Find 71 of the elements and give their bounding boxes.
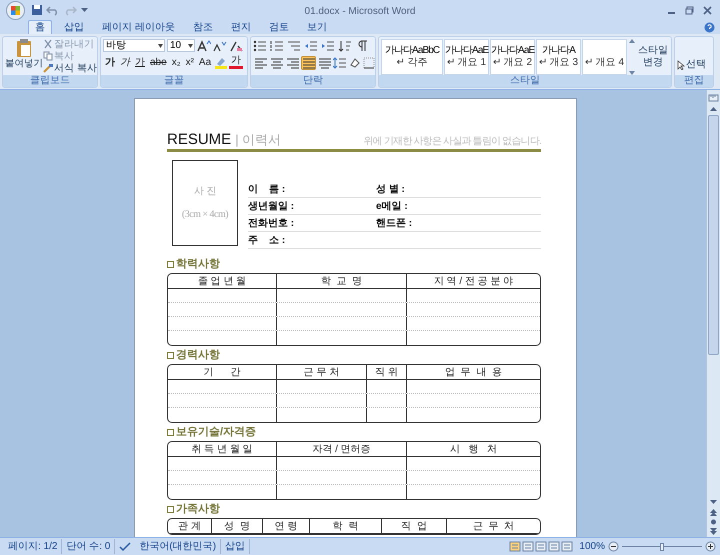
font-name-field[interactable]: 바탕 [103,39,165,52]
ribbon-tab[interactable]: 보기 [300,20,333,34]
table-header-cell: 졸 업 년 월 [168,274,277,288]
group-label: 단락 [303,75,323,86]
table-header-cell: 직 위 [367,365,407,379]
section-title: 가족사항 [176,503,220,516]
style-gallery-item[interactable]: 가나다AaE ↵ 개요 1 [444,39,489,75]
table-header-cell-text: 시 행 처 [449,442,498,456]
ribbon-tab[interactable]: 검토 [262,20,295,34]
style-gallery-item[interactable]: 가나다AaE ↵ 개요 2 [490,39,535,75]
ribbon-tab[interactable]: 삽입 [58,20,90,34]
table-header-cell: 취 득 년 월 일 [168,442,277,456]
language-indicator[interactable]: 한국어(대한민국) [135,539,222,554]
ribbon-tab[interactable]: 홈 [28,20,52,34]
group-label: 글꼴 [164,75,184,86]
section-title: 보유기술/자격증 [176,426,256,439]
paste-button[interactable]: 붙여넣기 [5,38,43,75]
table-header-cell: 성 명 [212,519,263,533]
section-title: 경력사항 [176,349,220,362]
field-label: 전화번호 : [248,216,296,230]
font-name-value: 바탕 [106,39,126,53]
table-header-cell: 학 력 [310,519,382,533]
clipboard-command[interactable]: 서식 복사 [43,62,97,74]
table-header-cell: 관 계 [168,519,212,533]
photo-label: 사 진 [194,185,216,199]
field-label: 이 름 : [248,182,286,196]
table-header-cell: 자격 / 면허증 [277,442,407,456]
table-header-cell-text: 지 역 / 전 공 분 야 [432,274,514,288]
insert-mode[interactable]: 삽입 [221,539,250,554]
photo-size: (3cm × 4cm) [182,208,228,222]
table-header-cell: 학 교 명 [277,274,407,288]
field-label: 주 소 : [248,234,286,248]
table-header-cell: 기 간 [168,365,277,379]
window-title: 01.docx - Microsoft Word [304,6,416,17]
field-label: 생년월일 : [248,200,296,214]
style-gallery-item[interactable]: 가나다AaBbC ↵ 각주 [381,39,443,75]
format-button[interactable]: abe [148,55,169,69]
format-button[interactable]: x² [184,55,196,69]
table-header-cell: 근 무 처 [277,365,367,379]
group-label: 스타일 [510,75,540,86]
word-count[interactable]: 단어 수: 0 [62,539,116,554]
format-button[interactable]: 가 [133,55,147,69]
group-label: 클립보드 [30,75,70,86]
table-header-cell: 직 업 [382,519,447,533]
format-button[interactable]: Aa [196,55,214,69]
ribbon-tab[interactable]: 참조 [186,20,219,34]
field-label: 성 별 : [376,182,405,196]
table-header-cell-text: 근 무 처 [472,520,516,533]
resume-title: RESUME [167,131,232,148]
format-button[interactable]: x₂ [170,55,183,69]
page-indicator[interactable]: 페이지: 1/2 [4,539,62,554]
table-header-cell-text: 업 무 내 용 [444,366,503,379]
header-note: 위에 기재한 사항은 사실과 틀림이 없습니다. [364,136,541,148]
resume-subtitle: | 이력서 [235,132,282,148]
style-gallery-item[interactable]: ↵ 개요 4 [582,39,627,75]
font-color-button[interactable]: 가 [229,55,244,69]
format-button[interactable]: 가 [103,55,117,69]
font-size-value: 10 [170,39,182,53]
ribbon-tab[interactable]: 페이지 레이아웃 [96,20,181,34]
font-size-field[interactable]: 10 [167,39,195,52]
format-button[interactable]: 가 [118,55,132,69]
table-header-cell: 연 령 [263,519,310,533]
change-styles-button[interactable]: 스타일 변경 [636,39,670,75]
zoom-level[interactable]: 100% [579,539,605,554]
field-label: e메일 : [376,200,408,214]
style-gallery-item[interactable]: 가나다A ↵ 개요 3 [536,39,581,75]
ribbon-tab[interactable]: 편지 [224,20,257,34]
field-label: 핸드폰 : [376,216,412,230]
section-title: 학력사항 [176,258,220,271]
select-button[interactable]: 선택 [677,57,706,72]
group-label: 편집 [684,75,704,86]
